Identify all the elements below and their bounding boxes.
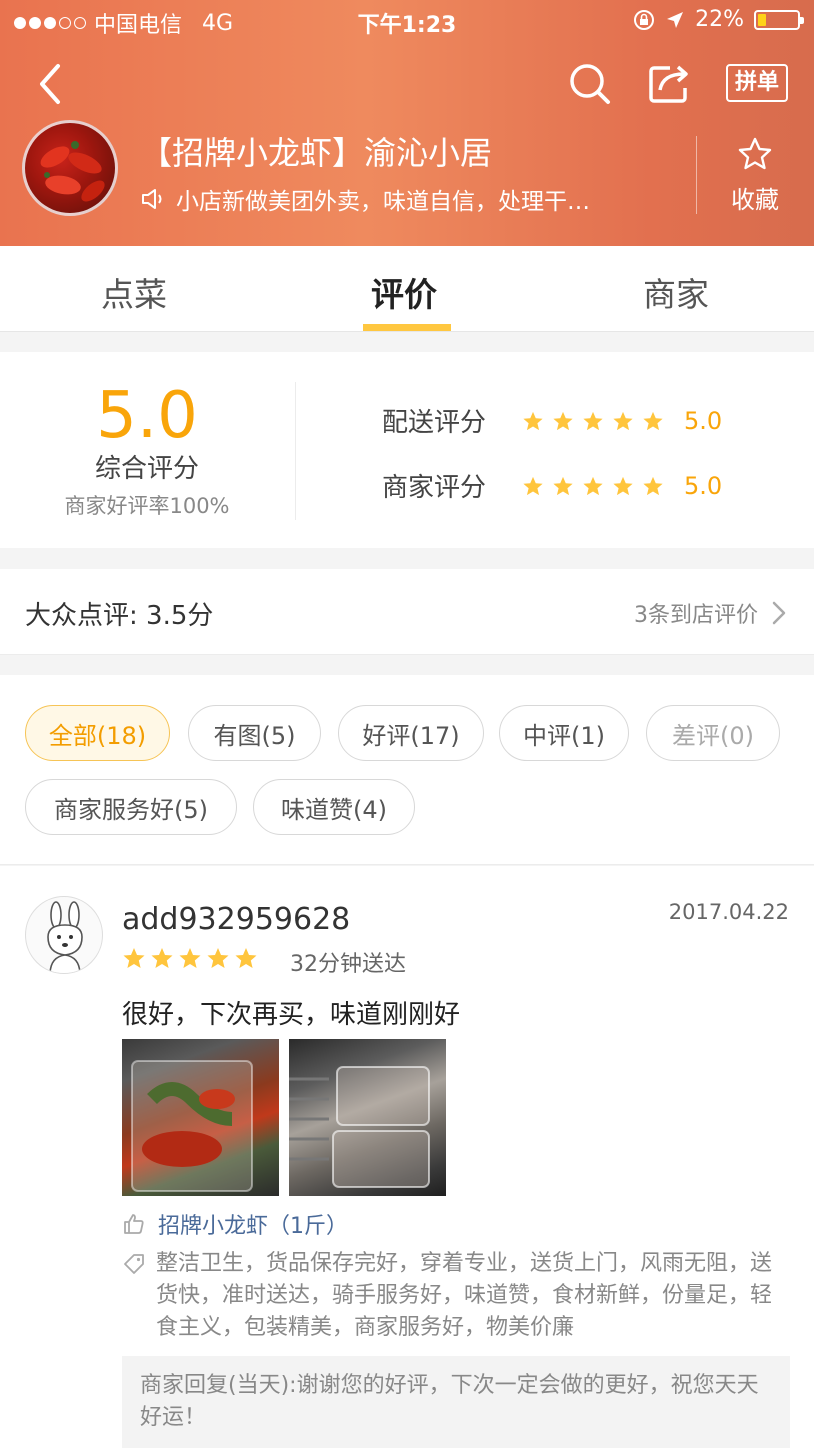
review-tags-text: 整洁卫生，货品保存完好，穿着专业，送货上门，风雨无阻，送货快，准时送达，骑手服务…: [156, 1251, 773, 1340]
star-icon: [613, 411, 633, 430]
merchant-rating-row: 商家评分 5.0: [382, 467, 722, 504]
star-outline-icon: [738, 137, 772, 170]
kangaroo-avatar-icon: [47, 901, 83, 973]
star-icon: [643, 411, 663, 430]
pindan-button[interactable]: 拼单: [726, 64, 788, 102]
tab-order[interactable]: 点菜: [101, 268, 167, 316]
location-arrow-icon: [667, 11, 684, 28]
star-icon: [583, 411, 603, 430]
rotation-lock-icon: [634, 9, 655, 30]
tab-indicator: [363, 324, 451, 331]
review-text: 很好，下次再买，味道刚刚好: [122, 1000, 461, 1030]
dianping-row[interactable]: 大众点评: 3.5分 3条到店评价: [0, 569, 814, 655]
status-bar: 中国电信 4G 下午1:23 22%: [0, 0, 814, 42]
review-date: 2017.04.22: [668, 900, 789, 924]
delivery-rating-row: 配送评分 5.0: [382, 402, 722, 439]
star-icon: [235, 948, 257, 968]
favorite-label: 收藏: [731, 186, 779, 214]
dish-name: 招牌小龙虾（1斤）: [158, 1214, 348, 1239]
review-filters: 全部(18) 有图(5) 好评(17) 中评(1) 差评(0) 商家服务好(5)…: [0, 675, 814, 865]
rating-divider: [295, 382, 296, 520]
star-icon: [553, 476, 573, 495]
review-tags: 整洁卫生，货品保存完好，穿着专业，送货上门，风雨无阻，送货快，准时送达，骑手服务…: [122, 1248, 782, 1344]
dianping-link-label: 3条到店评价: [634, 603, 758, 628]
review-photo[interactable]: [289, 1039, 446, 1196]
dianping-link[interactable]: 3条到店评价: [634, 597, 786, 629]
filter-chip-neutral[interactable]: 中评(1): [499, 705, 629, 761]
star-icon: [207, 948, 229, 968]
review-stars: [122, 946, 258, 970]
merchant-rating-label: 商家评分: [382, 473, 487, 503]
favorite-button[interactable]: 收藏: [720, 136, 790, 215]
star-icon: [523, 411, 543, 430]
tab-bar: 点菜 评价 商家: [0, 246, 814, 332]
shop-avatar: [22, 120, 118, 216]
filter-chip-photos[interactable]: 有图(5): [188, 705, 321, 761]
shop-header: 中国电信 4G 下午1:23 22% 拼单 【招牌小龙虾】渝沁小居 小店新做美团…: [0, 0, 814, 246]
shop-notice[interactable]: 小店新做美团外卖，味道自信，处理干…: [140, 182, 660, 216]
rating-summary: 5.0 综合评分 商家好评率100% 配送评分 5.0 商家评分 5.0: [0, 352, 814, 548]
star-icon: [179, 948, 201, 968]
search-icon[interactable]: [566, 60, 612, 106]
filter-chip-positive[interactable]: 好评(17): [338, 705, 484, 761]
review-item: add932959628 2017.04.22 32分钟送达 很好，下次再买，味…: [0, 866, 814, 1448]
review-photo[interactable]: [122, 1039, 279, 1196]
merchant-rating-stars: [522, 475, 664, 497]
overall-score-label: 综合评分: [94, 454, 199, 484]
star-icon: [643, 476, 663, 495]
chevron-right-icon: [772, 601, 786, 625]
battery-percent: 22%: [695, 7, 744, 32]
star-icon: [613, 476, 633, 495]
thumbs-up-icon: [124, 1214, 144, 1234]
star-icon: [123, 948, 145, 968]
filter-chip-service[interactable]: 商家服务好(5): [25, 779, 237, 835]
recommended-dish[interactable]: 招牌小龙虾（1斤）: [122, 1208, 348, 1240]
share-icon[interactable]: [646, 60, 692, 106]
delivery-rating-label: 配送评分: [382, 408, 487, 438]
merchant-rating-value: 5.0: [684, 471, 723, 500]
star-icon: [151, 948, 173, 968]
delivery-time: 32分钟送达: [290, 952, 406, 977]
takeout-box-image: [289, 1066, 430, 1188]
filter-chip-taste[interactable]: 味道赞(4): [253, 779, 415, 835]
battery-icon: [754, 9, 804, 30]
star-icon: [553, 411, 573, 430]
tab-merchant[interactable]: 商家: [643, 268, 709, 316]
star-icon: [583, 476, 603, 495]
header-divider: [696, 136, 697, 214]
tab-reviews[interactable]: 评价: [371, 268, 437, 316]
overall-score: 5.0: [96, 379, 198, 453]
merchant-reply: 商家回复(当天):谢谢您的好评，下次一定会做的更好，祝您天天好运！: [122, 1356, 790, 1448]
praise-rate: 商家好评率100%: [64, 494, 230, 518]
delivery-rating-stars: [522, 410, 664, 432]
crayfish-box-image: [131, 1060, 253, 1192]
crayfish-image: [40, 141, 105, 202]
dianping-score: 大众点评: 3.5分: [25, 601, 214, 631]
filter-chip-negative[interactable]: 差评(0): [646, 705, 780, 761]
tag-icon: [124, 1254, 144, 1274]
back-arrow-icon[interactable]: [30, 60, 70, 108]
delivery-rating-value: 5.0: [684, 406, 723, 435]
filter-chip-all[interactable]: 全部(18): [25, 705, 170, 761]
shop-name: 【招牌小龙虾】渝沁小居: [140, 134, 493, 172]
star-icon: [523, 476, 543, 495]
notice-text: 小店新做美团外卖，味道自信，处理干…: [176, 189, 590, 215]
review-username: add932959628: [122, 902, 351, 937]
speaker-icon: [142, 189, 162, 209]
user-avatar[interactable]: [25, 896, 103, 974]
